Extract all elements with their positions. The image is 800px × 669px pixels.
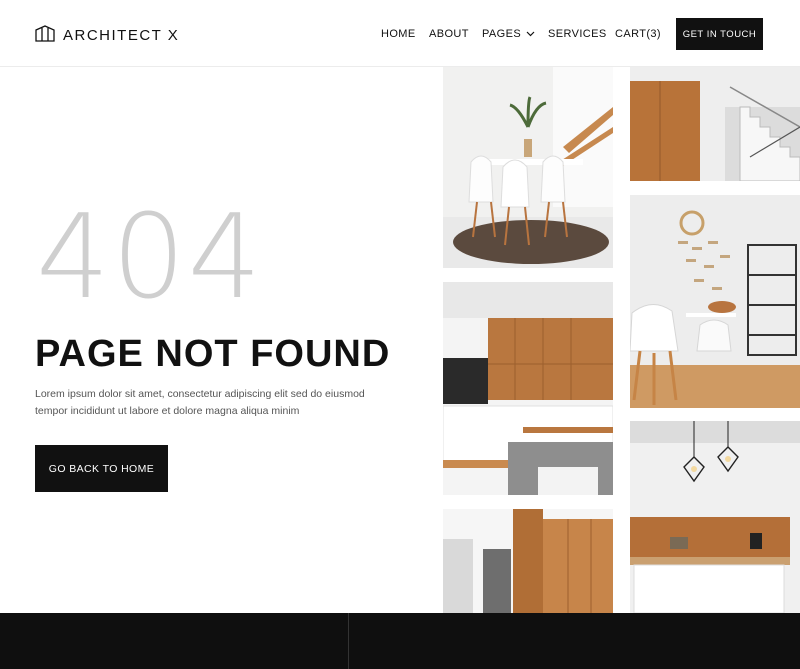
staircase-photo [630, 67, 800, 181]
building-icon [35, 24, 55, 47]
nav-about[interactable]: ABOUT [429, 28, 469, 40]
site-header: ARCHITECT X HOME ABOUT PAGES SERVICES CA… [0, 0, 800, 67]
pendant-lamp-kitchen-photo [630, 421, 800, 613]
brand-name: ARCHITECT X [63, 27, 180, 44]
chevron-down-icon [526, 28, 535, 40]
dining-room-image-icon [443, 67, 613, 268]
get-in-touch-button[interactable]: GET IN TOUCH [676, 18, 763, 50]
kitchen-cabinets-photo [443, 282, 613, 495]
chair-wall-decor-photo [630, 195, 800, 408]
nav-pages-label: PAGES [482, 28, 522, 40]
kitchen-image-icon [443, 282, 613, 495]
pendant-lamp-image-icon [630, 421, 800, 613]
error-code: 404 [36, 190, 264, 325]
hallway-wood-photo [443, 509, 613, 613]
nav-home[interactable]: HOME [381, 28, 416, 40]
page-title: PAGE NOT FOUND [35, 333, 391, 375]
chair-image-icon [630, 195, 800, 408]
nav-pages[interactable]: PAGES [482, 28, 535, 40]
error-description: Lorem ipsum dolor sit amet, consectetur … [35, 388, 365, 417]
go-back-home-button[interactable]: GO BACK TO HOME [35, 445, 168, 492]
staircase-image-icon [630, 67, 800, 181]
brand-logo[interactable]: ARCHITECT X [35, 24, 179, 47]
site-footer [0, 613, 800, 669]
dining-room-photo [443, 67, 613, 268]
nav-services[interactable]: SERVICES [548, 28, 607, 40]
nav-cart[interactable]: CART(3) [615, 28, 661, 40]
hallway-image-icon [443, 509, 613, 613]
footer-divider [348, 613, 349, 669]
